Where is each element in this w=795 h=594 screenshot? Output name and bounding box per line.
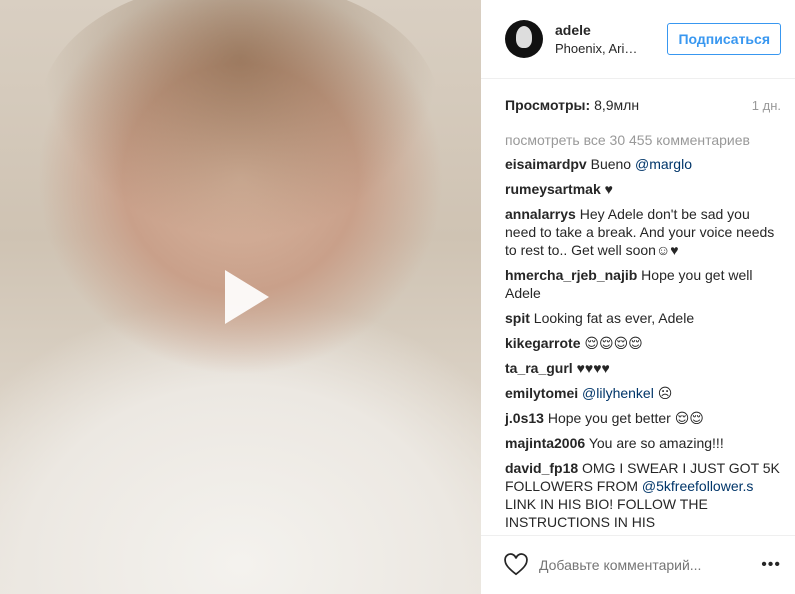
comment-item: emilytomei @lilyhenkel ☹	[505, 384, 781, 402]
comment-item: j.0s13 Hope you get better 😌😌	[505, 409, 781, 427]
play-button[interactable]	[209, 262, 279, 332]
views-count: Просмотры: 8,9млн	[505, 97, 639, 113]
comments-list: посмотреть все 30 455 комментариев eisai…	[481, 131, 795, 529]
comment-text: Looking fat as ever, Adele	[533, 310, 695, 326]
comment-text-tail: ☹	[653, 385, 673, 401]
comment-username[interactable]: hmercha_rjeb_najib	[505, 267, 637, 283]
video-player[interactable]	[0, 0, 481, 594]
user-block: adele Phoenix, Ari…	[555, 22, 667, 56]
comment-username[interactable]: david_fp18	[505, 460, 578, 476]
comment-username[interactable]: annalarrys	[505, 206, 576, 222]
add-comment-input[interactable]	[539, 557, 762, 573]
comment-item: eisaimardpv Bueno @marglo	[505, 155, 781, 173]
avatar[interactable]	[505, 20, 543, 58]
comment-text: 😌😌😌😌	[584, 335, 643, 351]
comment-username[interactable]: ta_ra_gurl	[505, 360, 573, 376]
location-link[interactable]: Phoenix, Ari…	[555, 41, 667, 56]
comment-username[interactable]: emilytomei	[505, 385, 578, 401]
comment-item: david_fp18 OMG I SWEAR I JUST GOT 5K FOL…	[505, 459, 781, 529]
comment-username[interactable]: rumeysartmak	[505, 181, 601, 197]
comment-item: rumeysartmak ♥	[505, 180, 781, 198]
comment-username[interactable]: eisaimardpv	[505, 156, 587, 172]
comment-item: spit Looking fat as ever, Adele	[505, 309, 781, 327]
comment-item: annalarrys Hey Adele don't be sad you ne…	[505, 205, 781, 259]
heart-icon[interactable]	[503, 552, 529, 578]
comment-text: Hope you get better 😌😌	[547, 410, 704, 426]
comment-username[interactable]: spit	[505, 310, 530, 326]
more-options-icon[interactable]: •••	[761, 556, 781, 574]
comment-username[interactable]: j.0s13	[505, 410, 544, 426]
instagram-post: adele Phoenix, Ari… Подписаться Просмотр…	[0, 0, 795, 594]
views-label: Просмотры:	[505, 97, 591, 113]
comment-username[interactable]: majinta2006	[505, 435, 585, 451]
comment-footer: •••	[481, 535, 795, 594]
follow-button[interactable]: Подписаться	[667, 23, 781, 55]
post-header: adele Phoenix, Ari… Подписаться	[481, 0, 795, 79]
comment-item: kikegarrote 😌😌😌😌	[505, 334, 781, 352]
play-icon	[225, 270, 269, 324]
comment-text: ♥	[604, 181, 613, 197]
comment-item: majinta2006 You are so amazing!!!	[505, 434, 781, 452]
comment-item: hmercha_rjeb_najib Hope you get well Ade…	[505, 266, 781, 302]
post-time[interactable]: 1 дн.	[752, 98, 781, 113]
post-sidebar: adele Phoenix, Ari… Подписаться Просмотр…	[481, 0, 795, 594]
comment-text: ♥♥♥♥	[576, 360, 610, 376]
comment-mention[interactable]: @lilyhenkel	[582, 385, 654, 401]
username-link[interactable]: adele	[555, 22, 667, 38]
comment-username[interactable]: kikegarrote	[505, 335, 580, 351]
comment-text: Bueno	[590, 156, 635, 172]
comment-text-tail: LINK IN HIS BIO! FOLLOW THE INSTRUCTIONS…	[505, 496, 708, 529]
views-value: 8,9млн	[594, 97, 640, 113]
comment-item: ta_ra_gurl ♥♥♥♥	[505, 359, 781, 377]
comment-mention[interactable]: @marglo	[635, 156, 692, 172]
post-meta: Просмотры: 8,9млн 1 дн.	[481, 79, 795, 131]
comment-mention[interactable]: @5kfreefollower.s	[642, 478, 753, 494]
comment-text: You are so amazing!!!	[588, 435, 724, 451]
load-more-comments[interactable]: посмотреть все 30 455 комментариев	[505, 131, 781, 149]
